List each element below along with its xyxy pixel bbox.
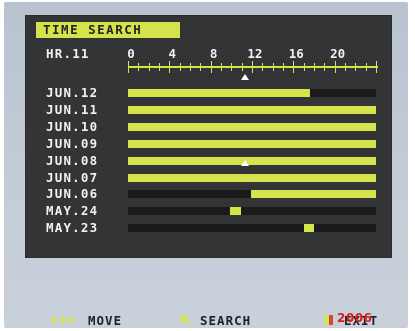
ruler-tick — [190, 63, 191, 71]
ruler-tick — [241, 63, 243, 71]
cursor-marker-icon — [240, 159, 249, 166]
ruler-tick — [355, 63, 357, 71]
ruler-tick — [314, 63, 315, 71]
recording-segment — [303, 224, 314, 233]
ruler-tick — [231, 63, 233, 71]
date-watermark: 2006 — [337, 311, 373, 325]
recording-bar-track[interactable] — [128, 139, 376, 148]
recording-bar-track[interactable] — [128, 122, 376, 131]
day-label[interactable]: JUN.08 — [46, 153, 98, 168]
day-label[interactable]: JUN.07 — [46, 170, 98, 185]
ruler-tick — [128, 61, 129, 73]
ruler-tick — [365, 63, 367, 71]
recording-bar-track[interactable] — [128, 224, 376, 233]
ruler-tick — [345, 63, 346, 71]
exit-icon — [324, 315, 333, 325]
ruler-tick — [324, 63, 326, 71]
recording-segment — [250, 190, 376, 199]
ruler-tick — [200, 63, 202, 71]
ruler-tick — [272, 63, 274, 71]
day-label[interactable]: JUN.09 — [46, 136, 98, 151]
ruler-tick — [221, 63, 222, 71]
recording-segment — [128, 139, 376, 148]
recording-bar-track[interactable] — [128, 173, 376, 182]
ruler-tick — [252, 61, 253, 73]
hour-tick-label: 4 — [168, 46, 177, 61]
ruler-tick — [179, 63, 181, 71]
recording-segment — [128, 89, 310, 97]
recording-segment — [128, 105, 376, 114]
hour-ruler[interactable] — [128, 61, 378, 73]
recording-segment — [128, 122, 376, 131]
recording-bar-track[interactable] — [128, 89, 376, 97]
day-label[interactable]: MAY.24 — [46, 204, 98, 218]
recording-bar-track[interactable] — [128, 207, 376, 216]
ruler-tick — [262, 63, 264, 71]
hour-tick-label: 0 — [127, 46, 135, 61]
day-label[interactable]: JUN.10 — [46, 119, 98, 134]
hour-readout: HR.11 — [46, 47, 90, 61]
cursor-marker-icon — [240, 74, 249, 80]
hour-tick-label: 8 — [209, 46, 218, 61]
hour-tick-label: 16 — [288, 46, 304, 61]
recording-bar-track[interactable] — [128, 156, 376, 165]
recording-segment — [230, 207, 241, 216]
ruler-line — [128, 66, 378, 68]
ruler-tick — [148, 63, 150, 71]
ruler-tick — [303, 63, 305, 71]
ruler-tick — [169, 61, 171, 73]
recording-bar-track[interactable] — [128, 190, 376, 199]
ruler-tick — [159, 63, 160, 71]
ruler-tick — [283, 63, 284, 71]
ruler-tick — [376, 61, 377, 73]
recording-bar-track[interactable] — [128, 105, 376, 114]
move-label: MOVE — [88, 313, 123, 328]
hour-label: HR. — [46, 46, 73, 61]
day-label[interactable]: JUN.06 — [46, 187, 98, 201]
ruler-tick — [334, 61, 336, 73]
ruler-tick — [138, 63, 140, 71]
recording-segment — [128, 173, 376, 182]
day-label[interactable]: MAY.23 — [46, 221, 98, 235]
hour-tick-label: 20 — [330, 46, 346, 61]
ruler-tick — [210, 61, 212, 73]
search-icon — [180, 315, 191, 326]
hour-tick-label: 12 — [247, 46, 263, 61]
search-label[interactable]: SEARCH — [200, 314, 251, 328]
recording-segment — [128, 156, 376, 165]
move-arrows-icon — [51, 315, 75, 325]
day-label[interactable]: JUN.12 — [46, 86, 98, 100]
ruler-tick — [293, 61, 295, 73]
panel-title: TIME SEARCH — [36, 22, 180, 38]
hour-value: 11 — [72, 46, 90, 61]
day-label[interactable]: JUN.11 — [46, 102, 98, 117]
